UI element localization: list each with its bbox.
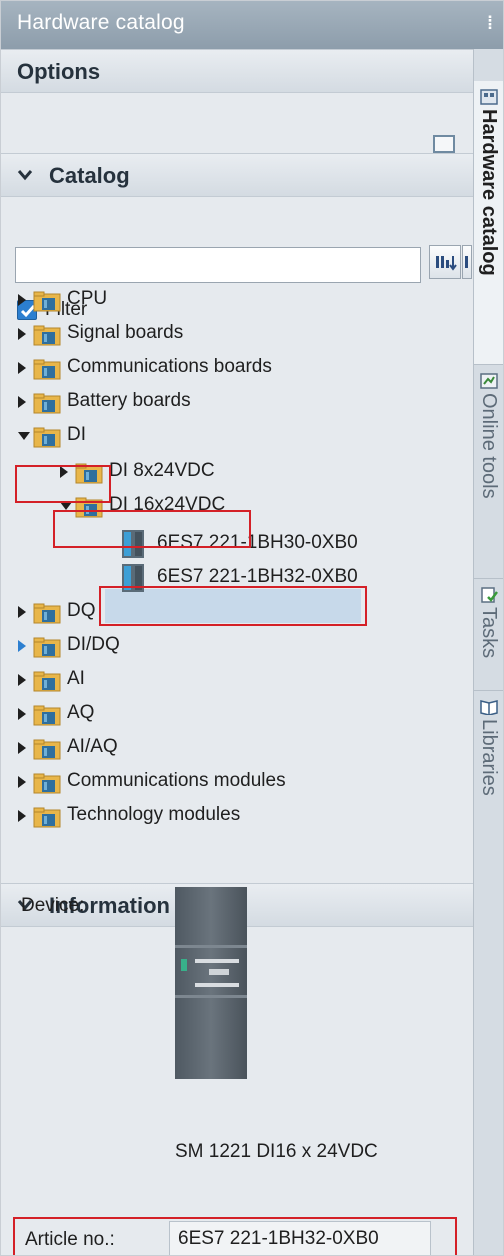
annotation-box-di16 [53,510,251,548]
folder-icon [33,806,61,828]
article-no-label: Article no.: [25,1229,115,1250]
tree-item-label: DQ [67,600,96,621]
folder-icon [33,772,61,794]
tree-item-label: Communications modules [67,770,286,791]
collapsed-arrow-icon[interactable] [17,639,27,653]
tab-hardware-catalog-label: Hardware catalog [478,109,500,276]
tree-item-label: DI [67,424,86,445]
tree-item-label: AI/AQ [67,736,118,757]
libraries-icon [480,700,498,715]
folder-icon [33,738,61,760]
tab-libraries[interactable]: Libraries [474,691,503,831]
tree-item-folder[interactable]: Communications modules [1,767,461,799]
collapsed-arrow-icon[interactable] [17,361,27,375]
sort-descending-button[interactable] [462,245,472,279]
folder-icon [33,602,61,624]
tree-item-label: Communications boards [67,356,272,377]
collapsed-arrow-icon[interactable] [17,293,27,307]
tab-tasks[interactable]: Tasks [474,579,503,691]
folder-icon [33,392,61,414]
collapsed-arrow-icon[interactable] [17,327,27,341]
panel-title: Hardware catalog [17,11,185,34]
side-tabs: Hardware catalog Online tools Tasks Libr… [473,49,503,1255]
collapsed-arrow-icon[interactable] [17,605,27,619]
hardware-catalog-panel: Hardware catalog ⁞ Options Catalog Filte… [0,0,504,1256]
options-body [1,97,473,159]
tasks-icon [481,587,498,603]
tab-online-tools-label: Online tools [478,393,500,499]
options-header[interactable]: Options [1,49,473,93]
options-title: Options [17,59,101,84]
tree-item-folder[interactable]: AI [1,665,461,697]
tree-item-label: 6ES7 221-1BH32-0XB0 [157,566,358,587]
tree-item-folder[interactable]: Battery boards [1,387,461,419]
folder-icon [33,324,61,346]
folder-icon [33,670,61,692]
collapsed-arrow-icon[interactable] [17,395,27,409]
collapsed-arrow-icon[interactable] [17,775,27,789]
tree-item-folder[interactable]: DI [1,421,461,453]
title-bar: Hardware catalog ⁞ [1,1,503,49]
folder-icon [33,290,61,312]
collapsed-arrow-icon[interactable] [17,707,27,721]
collapsed-arrow-icon[interactable] [17,741,27,755]
catalog-title: Catalog [49,163,130,188]
catalog-header[interactable]: Catalog [1,153,473,197]
tree-item-label: Technology modules [67,804,241,825]
main-column: Options Catalog Filter CPU Signal boards… [1,49,473,1255]
tree-item-folder[interactable]: AI/AQ [1,733,461,765]
tab-libraries-label: Libraries [478,719,500,796]
tree-item-folder[interactable]: AQ [1,699,461,731]
tree-item-label: AQ [67,702,95,723]
tree-item-label: CPU [67,288,108,309]
sort-descending-icon [465,256,468,268]
folder-icon [33,358,61,380]
tree-item-label: AI [67,668,85,689]
sort-ascending-icon [436,256,457,271]
pin-icon[interactable]: ⁞ [487,13,501,35]
catalog-search-input[interactable] [15,247,421,283]
folder-icon [33,426,61,448]
chevron-down-icon [17,170,33,181]
tab-tasks-label: Tasks [478,607,500,659]
tree-item-folder[interactable]: Communications boards [1,353,461,385]
tree-item-label: Signal boards [67,322,184,343]
tree-item-folder[interactable]: Technology modules [1,801,461,833]
layout-toggle-icon[interactable] [433,135,455,153]
tree-item-folder[interactable]: Signal boards [1,319,461,351]
device-label: Device: [21,895,85,916]
article-no-field: 6ES7 221-1BH32-0XB0 [169,1221,431,1255]
device-name: SM 1221 DI16 x 24VDC [175,1141,378,1162]
folder-icon [33,704,61,726]
device-image [175,887,247,1079]
tree-item-folder[interactable]: DI/DQ [1,631,461,663]
tree-item-label: DI 8x24VDC [109,460,215,481]
article-no-value: 6ES7 221-1BH32-0XB0 [178,1228,379,1249]
annotation-box-article [99,586,367,626]
tab-hardware-catalog[interactable]: Hardware catalog [474,81,503,365]
hardware-catalog-icon [480,89,498,105]
tree-item-label: Battery boards [67,390,191,411]
tree-item-label: DI/DQ [67,634,120,655]
tree-item-folder[interactable]: CPU [1,285,461,317]
tab-online-tools[interactable]: Online tools [474,365,503,579]
sort-ascending-button[interactable] [429,245,461,279]
expanded-arrow-icon[interactable] [17,429,30,443]
folder-icon [33,636,61,658]
collapsed-arrow-icon[interactable] [17,673,27,687]
collapsed-arrow-icon[interactable] [17,809,27,823]
online-tools-icon [480,373,498,389]
annotation-box-di [15,465,111,503]
